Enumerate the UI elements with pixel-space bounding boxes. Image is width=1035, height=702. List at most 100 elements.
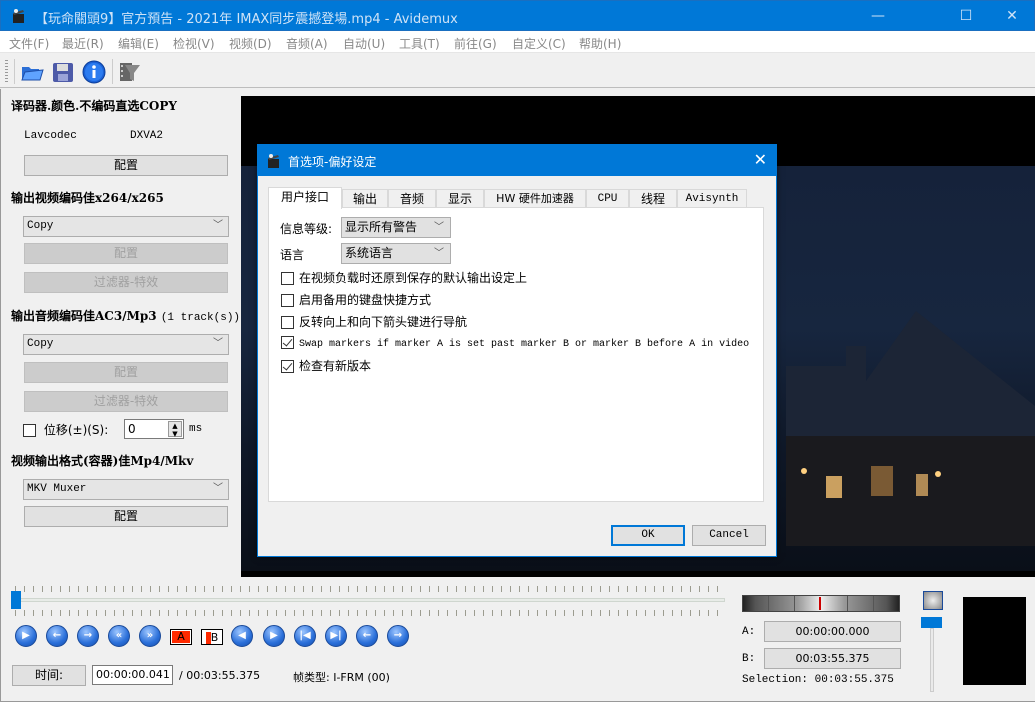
video-codec-select[interactable]: Copy ﹀ (23, 216, 229, 237)
menu-help[interactable]: 帮助(H) (579, 35, 621, 52)
tab-cpu[interactable]: CPU (586, 189, 629, 208)
go-marker-b-button[interactable]: ▶ (263, 625, 285, 647)
option-alt-shortcuts[interactable]: 启用备用的键盘快捷方式 (281, 291, 431, 308)
spinner-arrows-icon[interactable]: ▲ ▼ (168, 421, 182, 438)
next-frame-button[interactable]: → (77, 625, 99, 647)
check-updates-checkbox[interactable] (281, 360, 294, 373)
cancel-button[interactable]: Cancel (692, 525, 766, 546)
dialog-close-button[interactable]: ✕ (754, 150, 767, 169)
alt-shortcuts-label: 启用备用的键盘快捷方式 (299, 293, 432, 307)
maximize-button[interactable]: ☐ (943, 1, 989, 31)
user-interface-pane: 信息等级: 显示所有警告 ﹀ 语言 系统语言 ﹀ 在视频负载时还原到保存的默认输出设… (268, 207, 764, 502)
timeline-thumb[interactable] (11, 591, 22, 609)
tab-user-interface[interactable]: 用户接口 (268, 187, 342, 209)
restore-defaults-label: 在视频负载时还原到保存的默认输出设定上 (299, 271, 528, 285)
tab-audio[interactable]: 音频 (388, 189, 436, 208)
swap-markers-label: Swap markers if marker A is set past mar… (299, 339, 750, 350)
folder-open-icon[interactable] (19, 59, 45, 85)
prev-frame-button[interactable]: ← (46, 625, 68, 647)
format-config-button[interactable]: 配置 (24, 506, 228, 527)
audio-shift-row: 位移(±)(S): (23, 421, 108, 438)
minimize-button[interactable]: — (855, 1, 901, 31)
menu-custom[interactable]: 自定义(C) (512, 35, 566, 52)
audio-codec-select[interactable]: Copy ﹀ (23, 334, 229, 355)
jog-segment (847, 596, 848, 611)
playback-panel: ▶ ← → « » A B ◀ ▶ |◀ ▶| ← → 时间: 00:00:00… (0, 577, 1035, 702)
menu-view[interactable]: 检视(V) (173, 35, 215, 52)
info-icon[interactable] (81, 59, 107, 85)
tab-output[interactable]: 输出 (342, 189, 388, 208)
next-keyframe-button[interactable]: » (139, 625, 161, 647)
marker-b-time-label: B: (742, 653, 756, 665)
audio-shift-checkbox[interactable] (23, 424, 36, 437)
audio-filters-button[interactable]: 过滤器-特效 (24, 391, 228, 412)
timeline-track[interactable] (15, 598, 725, 602)
jog-marker (819, 597, 821, 610)
menu-audio[interactable]: 音频(A) (286, 35, 328, 52)
audio-shift-input[interactable]: 0 ▲ ▼ (124, 419, 184, 439)
volume-slider-thumb[interactable] (921, 617, 942, 628)
dialog-title: 首选项-偏好设定 (288, 155, 377, 169)
menu-edit[interactable]: 编辑(E) (118, 35, 159, 52)
menu-recent[interactable]: 最近(R) (62, 35, 104, 52)
tab-threads[interactable]: 线程 (629, 189, 677, 208)
chevron-down-icon: ﹀ (213, 339, 223, 350)
decoder-config-button[interactable]: 配置 (24, 155, 228, 176)
menu-goto[interactable]: 前往(G) (454, 35, 497, 52)
menu-file[interactable]: 文件(F) (9, 35, 49, 52)
toolbar-separator (14, 59, 15, 84)
tab-display[interactable]: 显示 (436, 189, 484, 208)
message-level-select[interactable]: 显示所有警告 ﹀ (341, 217, 451, 238)
jog-segment (873, 596, 874, 611)
option-reverse-arrows[interactable]: 反转向上和向下箭头键进行导航 (281, 313, 467, 330)
option-restore-defaults[interactable]: 在视频负载时还原到保存的默认输出设定上 (281, 269, 527, 286)
title-bar: 【玩命關頭9】官方預告 - 2021年 IMAX同步震撼登場.mp4 - Avi… (0, 0, 1035, 31)
alt-shortcuts-checkbox[interactable] (281, 294, 294, 307)
set-marker-b-button[interactable]: B (201, 629, 223, 645)
audio-config-button[interactable]: 配置 (24, 362, 228, 383)
video-config-button[interactable]: 配置 (24, 243, 228, 264)
audio-track-count: (1 track(s)) (160, 312, 241, 324)
current-time-input[interactable]: 00:00:00.041 (92, 665, 173, 685)
swap-markers-checkbox[interactable] (281, 336, 294, 349)
time-button[interactable]: 时间: (12, 665, 86, 686)
option-swap-markers[interactable]: Swap markers if marker A is set past mar… (281, 335, 749, 350)
toolbar-grip[interactable] (5, 60, 8, 84)
play-button[interactable]: ▶ (15, 625, 37, 647)
preferences-dialog: 首选项-偏好设定 ✕ 用户接口 输出 音频 显示 HW 硬件加速器 CPU 线程… (257, 144, 777, 557)
jog-shuttle[interactable] (742, 595, 900, 612)
language-select[interactable]: 系统语言 ﹀ (341, 243, 451, 264)
tab-hw-accel[interactable]: HW 硬件加速器 (484, 189, 586, 208)
chevron-down-icon: ﹀ (434, 222, 444, 233)
video-filters-button[interactable]: 过滤器-特效 (24, 272, 228, 293)
ok-button[interactable]: OK (611, 525, 685, 546)
selection-duration: Selection: 00:03:55.375 (742, 674, 894, 686)
set-marker-a-button[interactable]: A (170, 629, 192, 645)
go-marker-a-button[interactable]: ◀ (231, 625, 253, 647)
menu-auto[interactable]: 自动(U) (343, 35, 385, 52)
jog-segment (794, 596, 795, 611)
go-end-button[interactable]: ▶| (325, 625, 347, 647)
close-button[interactable]: ✕ (989, 1, 1035, 31)
prev-keyframe-button[interactable]: « (108, 625, 130, 647)
menu-video[interactable]: 视频(D) (229, 35, 272, 52)
audio-shift-unit: ms (189, 423, 203, 435)
go-start-button[interactable]: |◀ (294, 625, 316, 647)
format-heading: 视频输出格式(容器)佳Mp4/Mkv (11, 454, 194, 468)
timeline-ticks-bottom (15, 610, 723, 616)
container-format-select[interactable]: MKV Muxer ﹀ (23, 479, 229, 500)
check-updates-label: 检查有新版本 (299, 359, 372, 373)
chevron-down-icon: ﹀ (434, 248, 444, 259)
forward-60-button[interactable]: → (387, 625, 409, 647)
reverse-arrows-checkbox[interactable] (281, 316, 294, 329)
message-level-label: 信息等级: (280, 222, 333, 236)
tab-avisynth[interactable]: Avisynth (677, 189, 747, 208)
volume-track[interactable] (930, 628, 934, 692)
menu-tools[interactable]: 工具(T) (399, 35, 440, 52)
option-check-updates[interactable]: 检查有新版本 (281, 357, 371, 374)
back-60-button[interactable]: ← (356, 625, 378, 647)
speaker-icon[interactable] (923, 591, 943, 610)
restore-defaults-checkbox[interactable] (281, 272, 294, 285)
floppy-disk-icon[interactable] (50, 59, 76, 85)
film-filter-icon[interactable] (117, 59, 143, 85)
